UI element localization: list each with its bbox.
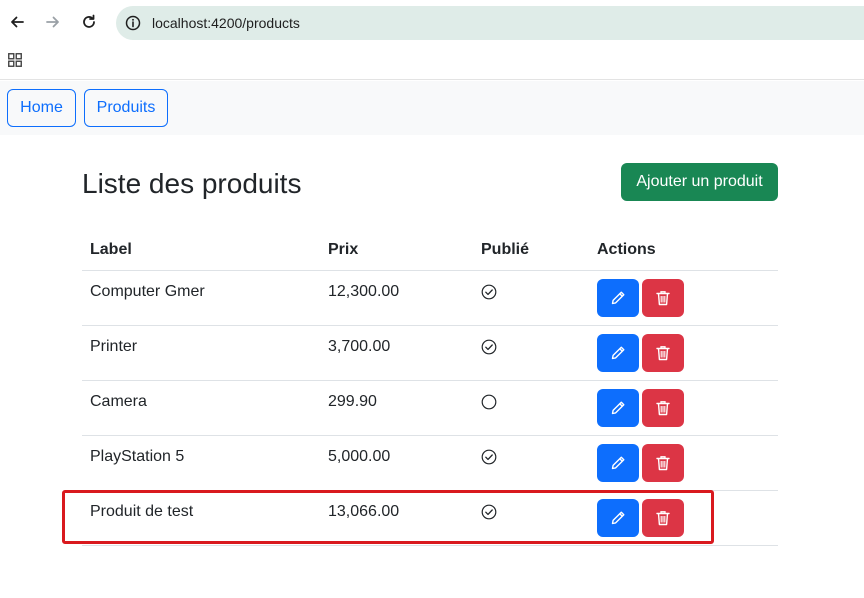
edit-button[interactable] [597, 498, 639, 537]
table-row: Camera 299.90 [82, 380, 778, 436]
arrow-right-icon [46, 16, 59, 28]
delete-button[interactable] [642, 278, 684, 317]
apps-grid-icon[interactable] [8, 53, 22, 67]
pencil-icon [611, 346, 625, 359]
product-label: PlayStation 5 [82, 435, 320, 491]
trash-icon [656, 345, 670, 360]
published-cell [473, 270, 589, 326]
trash-icon [656, 455, 670, 470]
app-navbar: Home Produits [0, 81, 864, 135]
actions-cell [589, 270, 778, 326]
pencil-icon [611, 291, 625, 304]
delete-button[interactable] [642, 388, 684, 427]
forward-button[interactable] [42, 11, 64, 33]
trash-icon [656, 400, 670, 415]
produits-button[interactable]: Produits [84, 89, 168, 127]
product-price: 13,066.00 [320, 490, 473, 546]
add-product-button[interactable]: Ajouter un produit [621, 163, 778, 201]
bookmarks-bar [0, 46, 864, 80]
browser-toolbar: localhost:4200/products [0, 0, 864, 46]
trash-icon [656, 510, 670, 525]
url-text[interactable]: localhost:4200/products [152, 15, 300, 31]
product-rows: Computer Gmer 12,300.00 Printer 3,700.00 [82, 270, 778, 546]
edit-button[interactable] [597, 333, 639, 372]
check-circle-icon [481, 449, 497, 464]
trash-icon [656, 290, 670, 305]
header-publie: Publié [473, 230, 589, 271]
table-row: Printer 3,700.00 [82, 325, 778, 381]
delete-button[interactable] [642, 443, 684, 482]
table-row: Computer Gmer 12,300.00 [82, 270, 778, 326]
product-label: Camera [82, 380, 320, 436]
edit-button[interactable] [597, 443, 639, 482]
pencil-icon [611, 401, 625, 414]
table-row: Produit de test 13,066.00 [82, 490, 778, 546]
product-price: 299.90 [320, 380, 473, 436]
pencil-icon [611, 511, 625, 524]
pencil-icon [611, 456, 625, 469]
product-label: Computer Gmer [82, 270, 320, 326]
published-cell [473, 490, 589, 546]
back-button[interactable] [6, 11, 28, 33]
check-circle-icon [481, 284, 497, 299]
check-circle-icon [481, 504, 497, 519]
address-bar[interactable]: localhost:4200/products [116, 6, 864, 40]
actions-cell [589, 380, 778, 436]
edit-button[interactable] [597, 278, 639, 317]
delete-button[interactable] [642, 333, 684, 372]
table-row: PlayStation 5 5,000.00 [82, 435, 778, 491]
actions-cell [589, 490, 778, 546]
product-price: 5,000.00 [320, 435, 473, 491]
delete-button[interactable] [642, 498, 684, 537]
actions-cell [589, 325, 778, 381]
info-icon[interactable] [125, 15, 141, 31]
header-prix: Prix [320, 230, 473, 271]
home-button[interactable]: Home [7, 89, 76, 127]
product-label: Printer [82, 325, 320, 381]
page-title: Liste des produits [82, 168, 302, 199]
product-label: Produit de test [82, 490, 320, 546]
empty-circle-icon [481, 394, 497, 409]
product-price: 3,700.00 [320, 325, 473, 381]
reload-button[interactable] [78, 11, 100, 33]
published-cell [473, 380, 589, 436]
products-table: Label Prix Publié Actions Computer Gmer … [82, 230, 778, 546]
published-cell [473, 435, 589, 491]
published-cell [473, 325, 589, 381]
check-circle-icon [481, 339, 497, 354]
arrow-left-icon [11, 16, 24, 28]
reload-icon [83, 14, 95, 28]
edit-button[interactable] [597, 388, 639, 427]
header-actions: Actions [589, 230, 778, 271]
product-price: 12,300.00 [320, 270, 473, 326]
table-header-row: Label Prix Publié Actions [82, 230, 778, 271]
actions-cell [589, 435, 778, 491]
header-label: Label [82, 230, 320, 271]
